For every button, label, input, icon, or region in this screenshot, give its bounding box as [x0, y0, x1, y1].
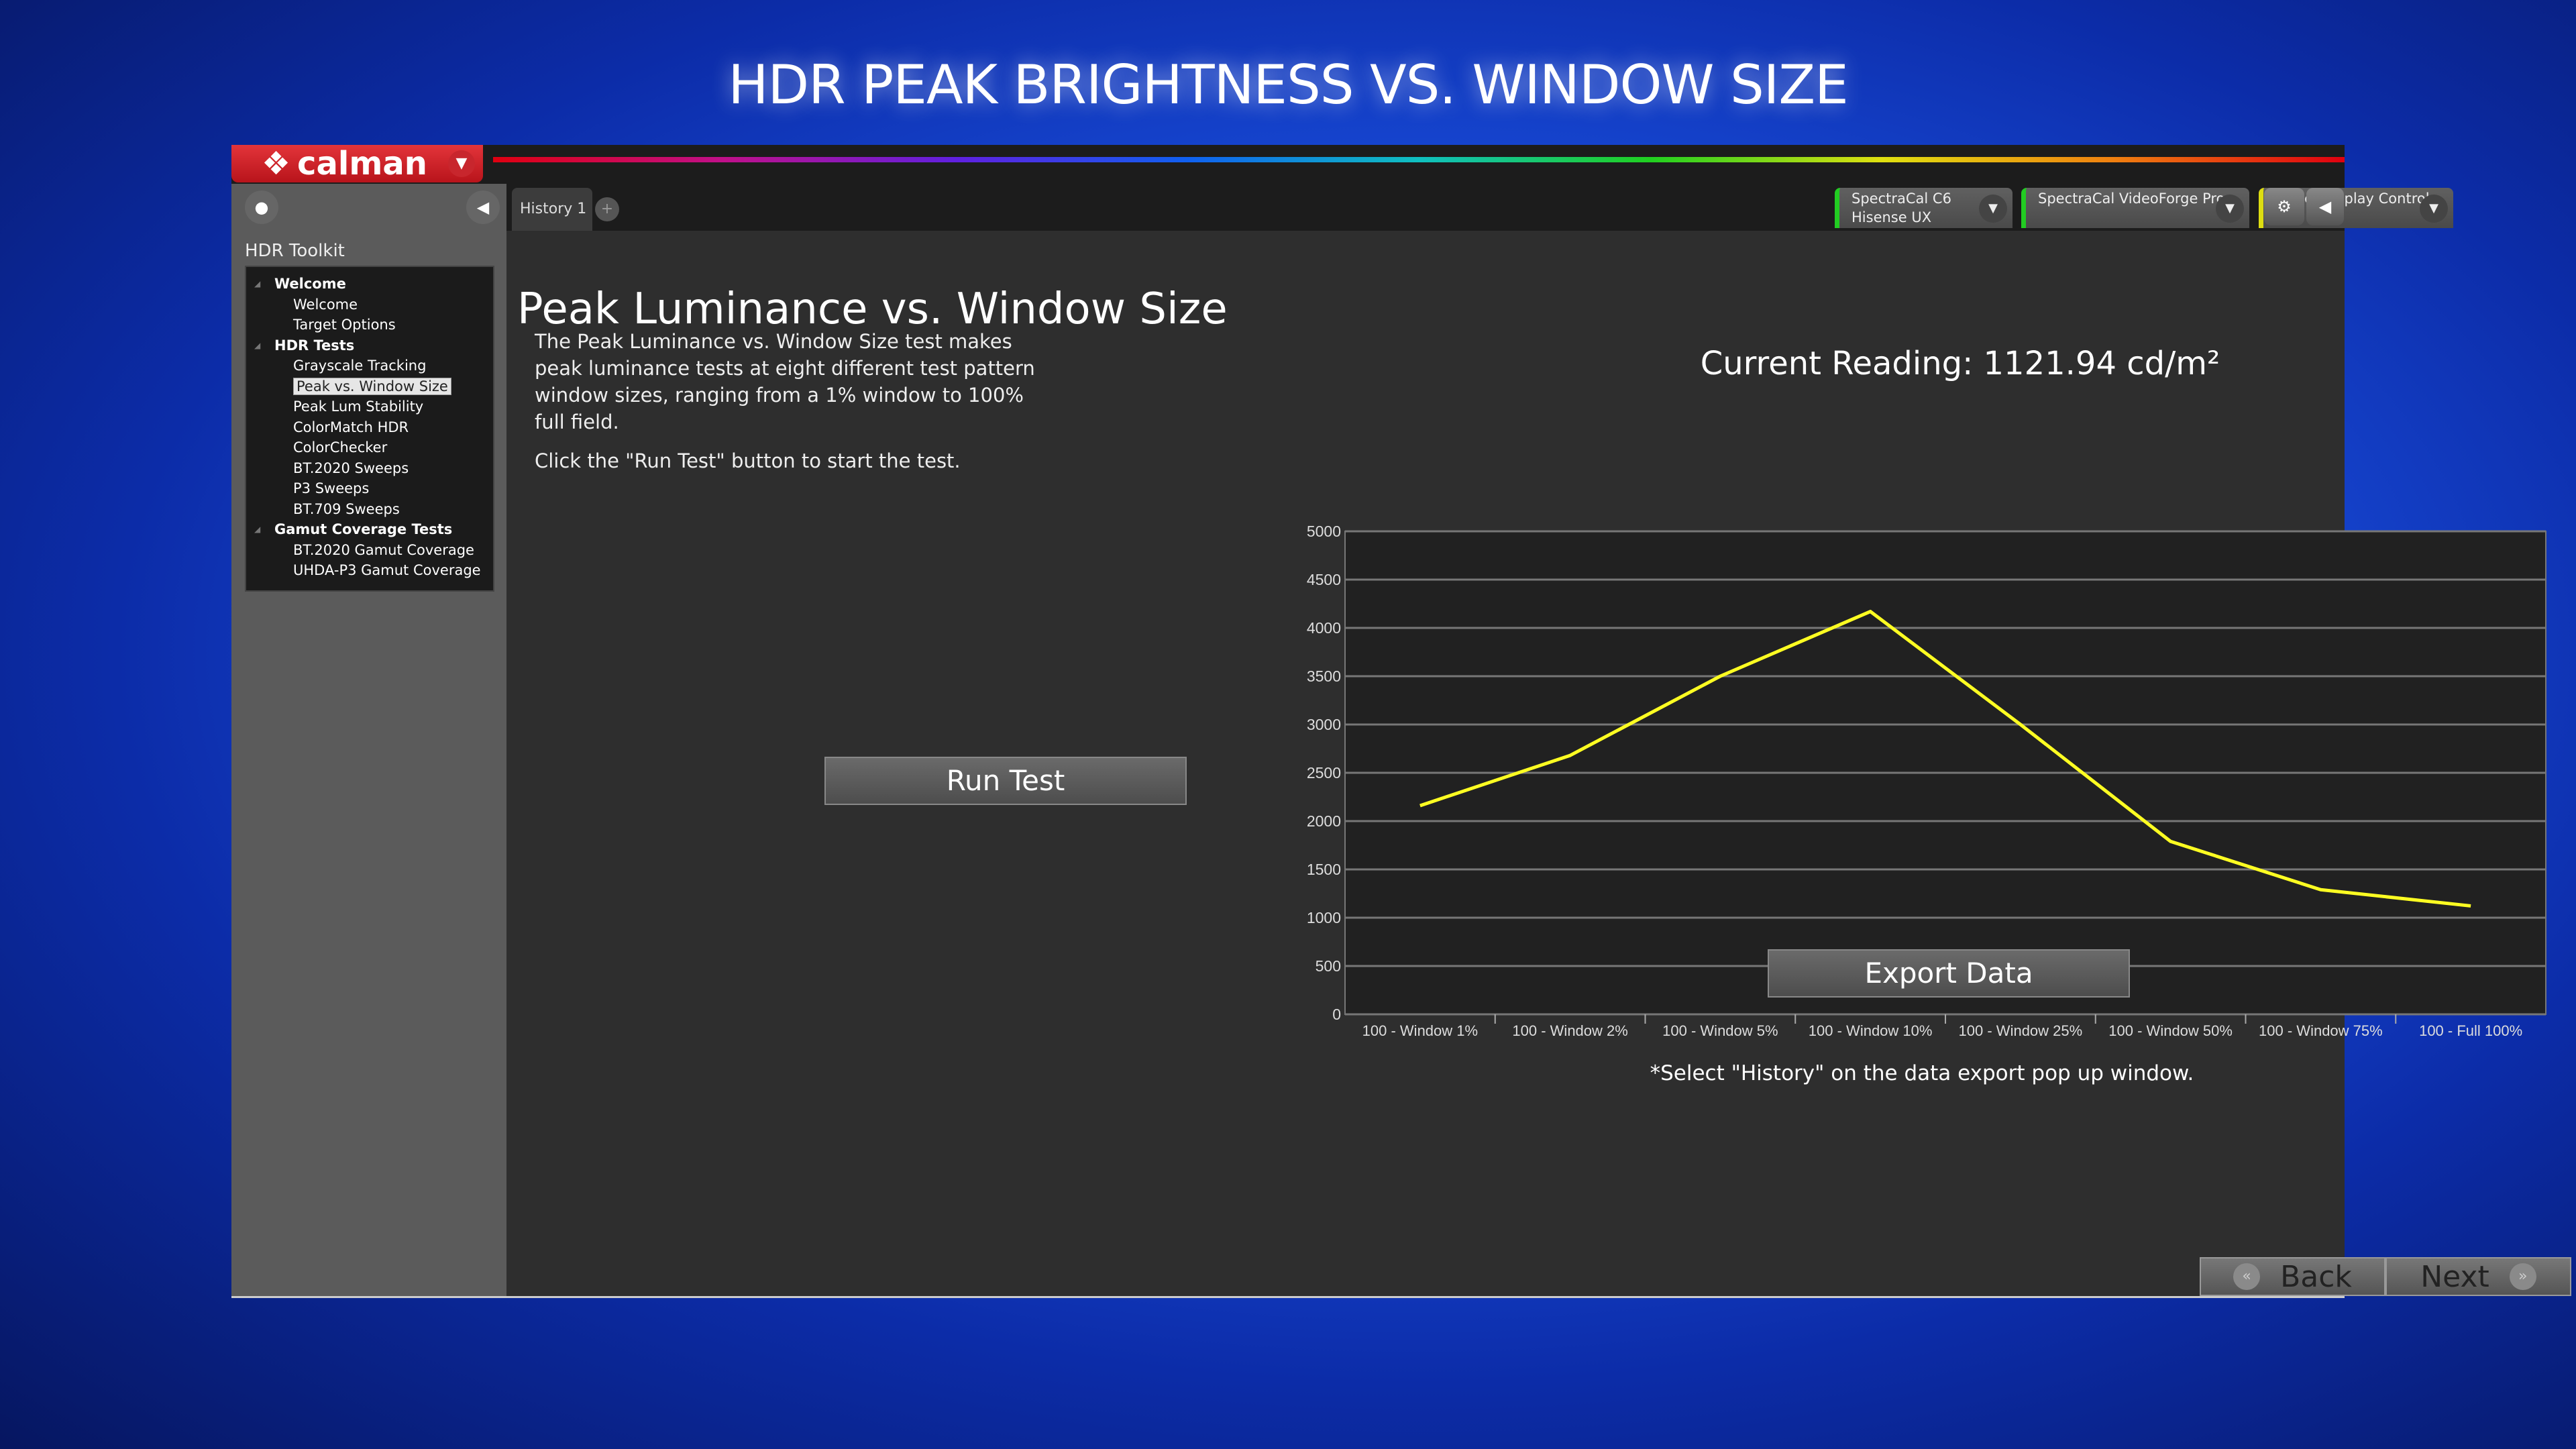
tree-item[interactable]: Peak Lum Stability [246, 396, 493, 417]
x-tick-label: 100 - Window 2% [1512, 1022, 1627, 1039]
device-pattern-generator[interactable]: SpectraCal VideoForge Pro ▼ [2021, 188, 2249, 228]
collapse-left-icon[interactable]: ◀ [466, 191, 500, 224]
x-tick-label: 100 - Window 25% [1959, 1022, 2083, 1039]
export-data-button[interactable]: Export Data [1768, 949, 2130, 998]
current-reading: Current Reading: 1121.94 cd/m² [1700, 345, 2220, 382]
calman-diamond-icon: ❖ [262, 145, 291, 182]
y-tick-label: 2500 [1307, 764, 1341, 782]
tab-history-1[interactable]: History 1 [512, 188, 592, 231]
tab-bar: History 1 + SpectraCal C6 Hisense UX ▼ S… [506, 184, 2453, 231]
main-panel: History 1 + SpectraCal C6 Hisense UX ▼ S… [506, 184, 2571, 1296]
tree-group[interactable]: HDR Tests [246, 335, 493, 356]
y-tick-label: 4000 [1307, 619, 1341, 637]
x-tick-label: 100 - Window 10% [1809, 1022, 1933, 1039]
tree-label: BT.2020 Sweeps [293, 460, 409, 476]
y-tick-label: 500 [1316, 957, 1341, 975]
logo-text: calman [297, 145, 427, 182]
y-tick-label: 3500 [1307, 667, 1341, 685]
y-tick-label: 1500 [1307, 861, 1341, 878]
instruction-text: Click the "Run Test" button to start the… [535, 449, 961, 472]
tree-item[interactable]: P3 Sweeps [246, 478, 493, 499]
y-tick-label: 5000 [1307, 523, 1341, 540]
device-meter[interactable]: SpectraCal C6 Hisense UX ▼ [1835, 188, 2012, 228]
luminance-chart: 0 500 1000 1500 2000 2500 3000 3500 4000 4500 5000… [1307, 523, 2546, 1039]
tree-label: Peak Lum Stability [293, 398, 424, 415]
tree-label: Grayscale Tracking [293, 358, 427, 374]
tree-label: Gamut Coverage Tests [274, 521, 453, 537]
workflow-tree: Welcome Welcome Target Options HDR Tests Gra… [245, 266, 494, 592]
calman-window: ❖ calman ▼ ● ◀ HDR Toolkit WelcomeWelcom… [231, 145, 2571, 1298]
y-tick-label: 0 [1332, 1006, 1341, 1023]
tree-label: Welcome [274, 276, 346, 292]
next-label: Next [2420, 1259, 2489, 1294]
sidebar-title: HDR Toolkit [245, 241, 345, 261]
x-tick-label: 100 - Full 100% [2419, 1022, 2522, 1039]
tree-item[interactable]: Grayscale Tracking [246, 356, 493, 376]
run-test-button[interactable]: Run Test [824, 757, 1187, 805]
collapse-right-icon[interactable]: ◀ [2306, 188, 2344, 225]
x-tick-label: 100 - Window 1% [1362, 1022, 1478, 1039]
tree-item[interactable]: Target Options [246, 315, 493, 335]
tree-group[interactable]: Gamut Coverage Tests [246, 519, 493, 540]
pin-icon[interactable]: ● [245, 191, 278, 224]
tree-label: BT.709 Sweeps [293, 500, 400, 517]
x-tick-label: 100 - Window 5% [1662, 1022, 1778, 1039]
tree-label: HDR Tests [274, 337, 355, 354]
y-tick-label: 4500 [1307, 571, 1341, 588]
x-tick-label: 100 - Window 75% [2259, 1022, 2383, 1039]
sidebar: ● ◀ HDR Toolkit Welcome Welcome Target Opt… [231, 184, 506, 1296]
tree-item[interactable]: Welcome [246, 294, 493, 315]
y-tick-label: 3000 [1307, 716, 1341, 733]
add-tab-button[interactable]: + [595, 197, 619, 221]
tree-label: ColorChecker [293, 439, 388, 455]
back-button[interactable]: « Back [2200, 1257, 2385, 1296]
tree-item[interactable]: BT.709 Sweeps [246, 499, 493, 520]
chevron-down-icon[interactable]: ▼ [2420, 195, 2448, 223]
rainbow-bar [493, 157, 2345, 162]
test-description: The Peak Luminance vs. Window Size test … [535, 328, 1044, 486]
footnote: *Select "History" on the data export pop… [1650, 1061, 2194, 1085]
chevron-down-icon[interactable]: ▼ [1979, 195, 2007, 223]
y-tick-label: 2000 [1307, 812, 1341, 830]
tree-label: Peak vs. Window Size [293, 377, 451, 395]
tree-label: ColorMatch HDR [293, 419, 409, 435]
page-title: HDR PEAK BRIGHTNESS VS. WINDOW SIZE [728, 54, 1848, 116]
calman-logo[interactable]: ❖ calman ▼ [231, 145, 483, 182]
chevron-down-icon[interactable]: ▼ [448, 150, 475, 177]
double-chevron-right-icon: » [2509, 1263, 2536, 1290]
tree-item[interactable]: UHDA-P3 Gamut Coverage [246, 560, 493, 581]
y-tick-label: 1000 [1307, 909, 1341, 926]
navigation: « Back Next » [2200, 1257, 2571, 1296]
back-label: Back [2280, 1259, 2352, 1294]
test-heading: Peak Luminance vs. Window Size [517, 284, 1228, 334]
tree-item[interactable]: Peak vs. Window Size [246, 376, 493, 397]
next-button[interactable]: Next » [2385, 1257, 2571, 1296]
chevron-down-icon[interactable]: ▼ [2216, 195, 2244, 223]
tree-label: UHDA-P3 Gamut Coverage [293, 562, 481, 578]
tree-item[interactable]: BT.2020 Gamut Coverage [246, 540, 493, 561]
tree-item[interactable]: BT.2020 Sweeps [246, 458, 493, 479]
tree-label: Target Options [293, 317, 396, 333]
description-text: The Peak Luminance vs. Window Size test … [535, 330, 1035, 433]
tree-item[interactable]: ColorChecker [246, 437, 493, 458]
tree-label: P3 Sweeps [293, 480, 370, 496]
gear-icon[interactable]: ⚙ [2264, 188, 2304, 225]
double-chevron-left-icon: « [2233, 1263, 2261, 1290]
tree-label: BT.2020 Gamut Coverage [293, 541, 474, 558]
x-tick-label: 100 - Window 50% [2108, 1022, 2233, 1039]
tree-group[interactable]: Welcome [246, 274, 493, 294]
tree-label: Welcome [293, 296, 358, 313]
tree-item[interactable]: ColorMatch HDR [246, 417, 493, 438]
